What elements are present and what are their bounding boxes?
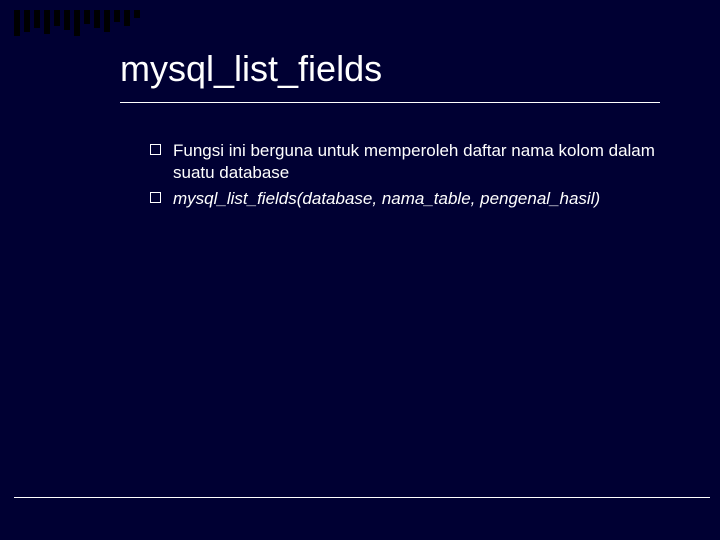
list-item: mysql_list_fields(database, nama_table, … [150,188,668,210]
slide-title: mysql_list_fields [120,48,382,90]
list-item-text: Fungsi ini berguna untuk memperoleh daft… [173,140,668,184]
square-bullet-icon [150,192,161,203]
bullet-list: Fungsi ini berguna untuk memperoleh daft… [150,140,668,213]
decorative-bars [14,10,140,36]
list-item: Fungsi ini berguna untuk memperoleh daft… [150,140,668,184]
slide: mysql_list_fields Fungsi ini berguna unt… [0,0,720,540]
footer-rule [14,497,710,498]
title-underline [120,102,660,103]
square-bullet-icon [150,144,161,155]
list-item-text: mysql_list_fields(database, nama_table, … [173,188,668,210]
